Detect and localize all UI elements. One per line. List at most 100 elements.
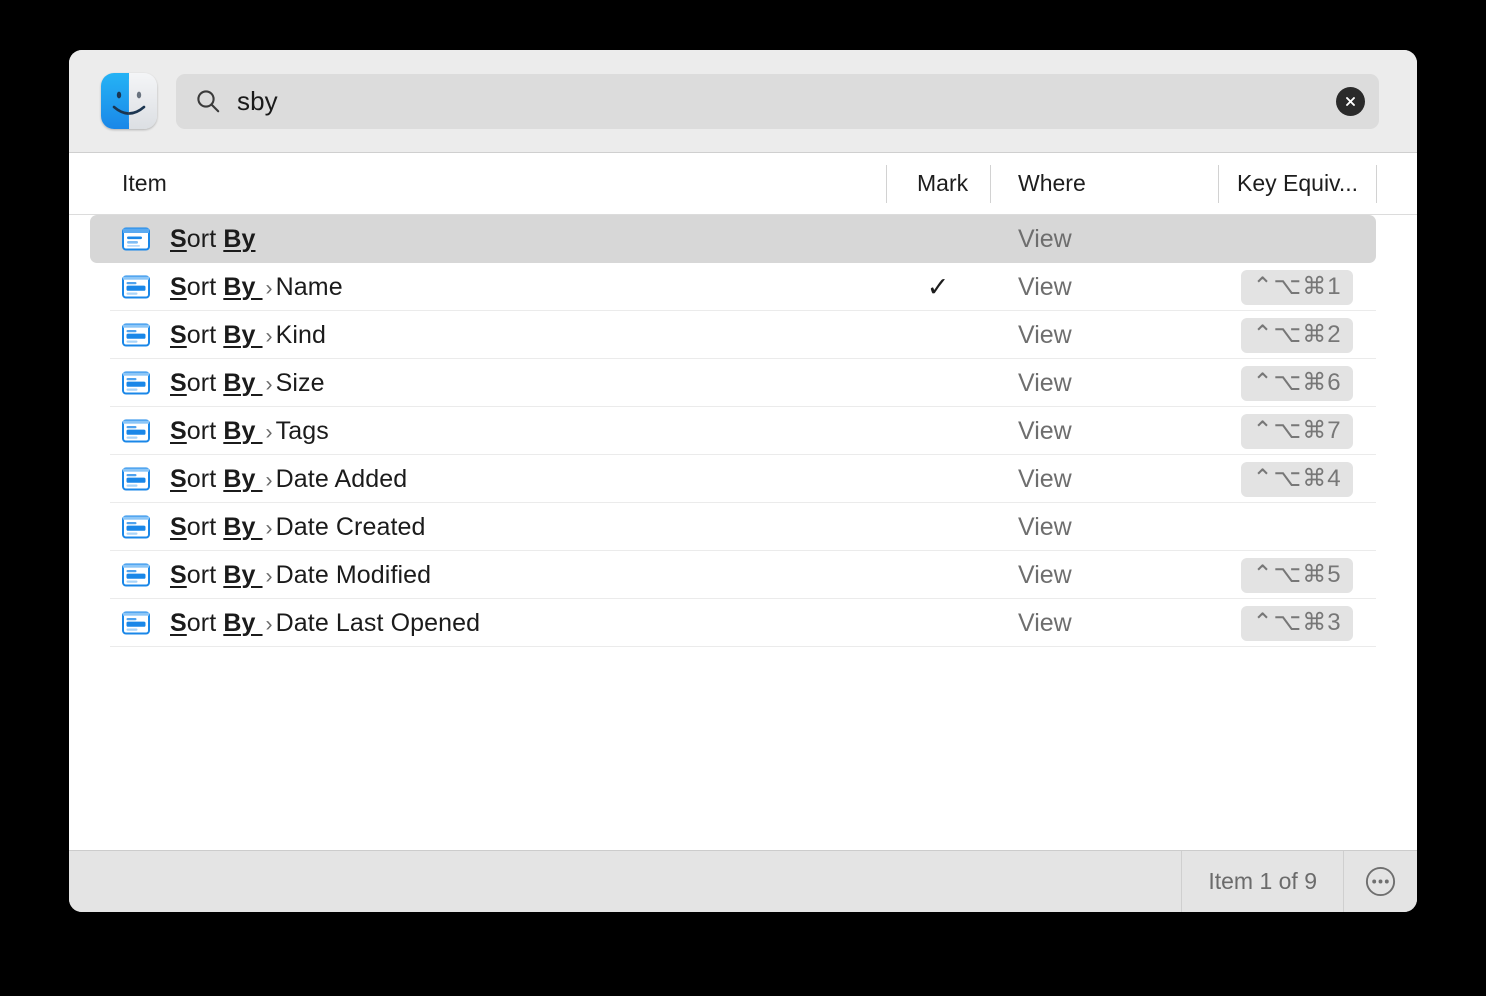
row-item-label: Sort By › Date Last Opened xyxy=(170,608,480,637)
ellipsis-circle-icon[interactable] xyxy=(1344,851,1417,912)
chevron-right-icon: › xyxy=(265,612,273,636)
row-mid-text: ort xyxy=(186,560,224,589)
close-icon xyxy=(1346,96,1355,106)
match-highlight-2: By xyxy=(223,416,263,445)
column-header-key[interactable]: Key Equiv... xyxy=(1237,153,1358,214)
row-mark-cell xyxy=(886,215,990,263)
table-row[interactable]: Sort By › Date Last Opened View ⌃⌥⌘3 xyxy=(69,599,1417,647)
row-item-label: Sort By › Date Added xyxy=(170,464,407,493)
row-key-cell: ⌃⌥⌘5 xyxy=(1218,551,1376,599)
row-item-label: Sort By xyxy=(170,224,255,253)
submenu-icon xyxy=(122,563,150,587)
chevron-right-icon: › xyxy=(265,276,273,300)
row-mid-text: ort xyxy=(186,512,224,541)
row-where-cell: View xyxy=(990,599,1218,647)
row-where-cell: View xyxy=(990,551,1218,599)
row-item-label: Sort By › Tags xyxy=(170,416,329,445)
table-row[interactable]: Sort By › Kind View ⌃⌥⌘2 xyxy=(69,311,1417,359)
row-mid-text: ort xyxy=(186,368,224,397)
column-divider-2[interactable] xyxy=(990,165,991,203)
row-mark-cell xyxy=(886,503,990,551)
row-key-cell: ⌃⌥⌘6 xyxy=(1218,359,1376,407)
row-item-cell[interactable]: Sort By › Date Last Opened xyxy=(122,599,917,647)
titlebar: sby xyxy=(69,50,1417,153)
table-row[interactable]: Sort By › Size View ⌃⌥⌘6 xyxy=(69,359,1417,407)
row-mid-text: ort xyxy=(186,320,224,349)
row-key-cell: ⌃⌥⌘1 xyxy=(1218,263,1376,311)
chevron-right-icon: › xyxy=(265,516,273,540)
row-item-cell[interactable]: Sort By › Date Modified xyxy=(122,551,917,599)
submenu-icon xyxy=(122,419,150,443)
clear-icon[interactable] xyxy=(1336,86,1365,116)
search-field[interactable]: sby xyxy=(176,73,1379,129)
match-highlight-2: By xyxy=(223,464,263,493)
match-highlight-2: By xyxy=(223,368,263,397)
row-item-label: Sort By › Kind xyxy=(170,320,326,349)
row-where-label: View xyxy=(1018,608,1072,637)
column-divider-1[interactable] xyxy=(886,165,887,203)
match-highlight-2: By xyxy=(223,608,263,637)
row-mid-text: ort xyxy=(186,224,224,253)
chevron-right-icon: › xyxy=(265,468,273,492)
item-count-label: Item 1 of 9 xyxy=(1208,868,1317,894)
column-header-mark[interactable]: Mark xyxy=(917,153,968,214)
match-highlight-1: S xyxy=(170,320,187,349)
table-row[interactable]: Sort By › Date Added View ⌃⌥⌘4 xyxy=(69,455,1417,503)
row-where-cell: View xyxy=(990,407,1218,455)
row-where-cell: View xyxy=(990,455,1218,503)
chevron-right-icon: › xyxy=(265,324,273,348)
row-where-label: View xyxy=(1018,272,1072,301)
row-key-cell: ⌃⌥⌘7 xyxy=(1218,407,1376,455)
checkmark-icon: ✓ xyxy=(926,271,950,302)
row-key-cell: ⌃⌥⌘3 xyxy=(1218,599,1376,647)
row-where-cell: View xyxy=(990,359,1218,407)
row-mid-text: ort xyxy=(186,272,224,301)
submenu-icon xyxy=(122,371,150,395)
table-row[interactable]: Sort By View xyxy=(69,215,1417,263)
row-leaf-label: Tags xyxy=(275,416,329,445)
row-where-label: View xyxy=(1018,320,1072,349)
row-leaf-label: Date Created xyxy=(275,512,426,541)
table-row[interactable]: Sort By › Tags View ⌃⌥⌘7 xyxy=(69,407,1417,455)
row-where-cell: View xyxy=(990,311,1218,359)
key-equivalent-badge: ⌃⌥⌘1 xyxy=(1241,269,1353,305)
row-item-cell[interactable]: Sort By › Tags xyxy=(122,407,917,455)
submenu-icon xyxy=(122,323,150,347)
row-item-cell[interactable]: Sort By xyxy=(122,215,917,263)
finder-icon xyxy=(101,73,157,129)
row-mark-cell xyxy=(886,551,990,599)
column-divider-3[interactable] xyxy=(1218,165,1219,203)
match-highlight-2: By xyxy=(223,560,263,589)
table-row[interactable]: Sort By › Name ✓ View ⌃⌥⌘1 xyxy=(69,263,1417,311)
match-highlight-1: S xyxy=(170,560,187,589)
key-equivalent-badge: ⌃⌥⌘3 xyxy=(1241,605,1353,641)
row-item-cell[interactable]: Sort By › Name xyxy=(122,263,917,311)
row-mark-cell xyxy=(886,599,990,647)
row-where-cell: View xyxy=(990,215,1218,263)
key-equivalent-badge: ⌃⌥⌘7 xyxy=(1241,413,1353,449)
match-highlight-1: S xyxy=(170,464,187,493)
row-mark-cell xyxy=(886,455,990,503)
row-item-cell[interactable]: Sort By › Kind xyxy=(122,311,917,359)
row-key-cell: ⌃⌥⌘4 xyxy=(1218,455,1376,503)
row-item-cell[interactable]: Sort By › Date Added xyxy=(122,455,917,503)
row-mark-cell xyxy=(886,359,990,407)
column-header-item[interactable]: Item xyxy=(122,153,167,214)
column-header-row: Item Mark Where Key Equiv... xyxy=(69,153,1417,215)
row-mark-cell: ✓ xyxy=(886,263,990,311)
table-row[interactable]: Sort By › Date Modified View ⌃⌥⌘5 xyxy=(69,551,1417,599)
column-divider-4[interactable] xyxy=(1376,165,1377,203)
table-row[interactable]: Sort By › Date Created View xyxy=(69,503,1417,551)
row-mid-text: ort xyxy=(186,464,224,493)
row-item-label: Sort By › Size xyxy=(170,368,325,397)
row-item-cell[interactable]: Sort By › Date Created xyxy=(122,503,917,551)
column-header-where[interactable]: Where xyxy=(1018,153,1086,214)
menu-icon xyxy=(122,227,150,251)
search-input[interactable]: sby xyxy=(237,88,1336,114)
row-item-cell[interactable]: Sort By › Size xyxy=(122,359,917,407)
match-highlight-1: S xyxy=(170,608,187,637)
row-leaf-label: Size xyxy=(275,368,325,397)
row-key-cell xyxy=(1218,215,1376,263)
row-separator xyxy=(110,646,1376,647)
submenu-icon xyxy=(122,611,150,635)
